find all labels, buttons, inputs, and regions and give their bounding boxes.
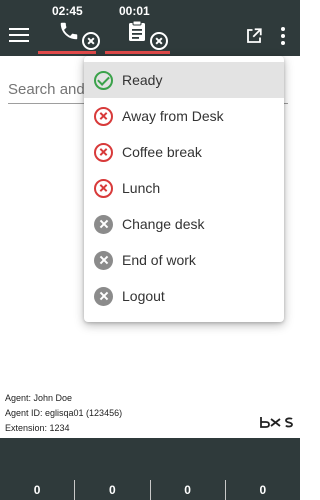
phone-channel-button[interactable] — [38, 18, 100, 54]
status-item-label: End of work — [122, 252, 196, 268]
agent-info: Agent: John Doe Agent ID: eglisqa01 (123… — [5, 391, 122, 436]
status-underline — [105, 51, 170, 54]
cancel-filled-icon — [94, 250, 113, 270]
status-item-ready[interactable]: Ready — [84, 62, 284, 98]
counter-3: 0 — [151, 480, 226, 500]
cancel-filled-icon — [94, 286, 113, 306]
agent-id: Agent ID: eglisqa01 (123456) — [5, 408, 123, 418]
status-item-label: Coffee break — [122, 144, 202, 160]
status-item-label: Logout — [122, 288, 165, 304]
cancel-circle-icon — [94, 178, 113, 198]
status-item-label: Ready — [122, 72, 163, 88]
open-external-icon[interactable] — [245, 27, 263, 45]
status-item-logout[interactable]: Logout — [84, 278, 284, 314]
status-item-lunch[interactable]: Lunch — [84, 170, 284, 206]
counter-1: 0 — [0, 480, 76, 500]
cancel-circle-icon — [94, 106, 113, 126]
phone-icon — [60, 22, 78, 40]
status-item-label: Lunch — [122, 180, 161, 196]
status-menu: Ready Away from Desk Coffee break Lunch … — [84, 56, 284, 322]
task-channel-button[interactable] — [105, 18, 170, 54]
status-item-away-from-desk[interactable]: Away from Desk — [84, 98, 284, 134]
clipboard-icon — [129, 20, 145, 41]
status-item-label: Away from Desk — [122, 108, 224, 124]
agent-extension: Extension: 1234 — [5, 423, 70, 433]
company-logo-icon — [260, 417, 293, 428]
task-timer: 00:01 — [119, 4, 150, 18]
phone-timer: 02:45 — [52, 4, 83, 18]
counter-4: 0 — [259, 483, 267, 497]
status-item-label: Change desk — [122, 216, 205, 232]
status-item-change-desk[interactable]: Change desk — [84, 206, 284, 242]
counter-2: 0 — [75, 480, 151, 500]
check-circle-icon — [94, 70, 113, 90]
unavailable-badge-icon — [82, 32, 100, 50]
more-options-icon[interactable] — [279, 27, 287, 47]
top-bar: 02:45 00:01 — [0, 0, 300, 56]
menu-icon[interactable] — [9, 28, 29, 43]
status-item-coffee-break[interactable]: Coffee break — [84, 134, 284, 170]
status-item-end-of-work[interactable]: End of work — [84, 242, 284, 278]
queue-counters: 0 0 0 0 — [0, 480, 300, 500]
cancel-filled-icon — [94, 214, 113, 234]
cancel-circle-icon — [94, 142, 113, 162]
unavailable-badge-icon — [150, 32, 168, 50]
status-underline — [38, 51, 96, 54]
agent-name: Agent: John Doe — [5, 393, 73, 403]
